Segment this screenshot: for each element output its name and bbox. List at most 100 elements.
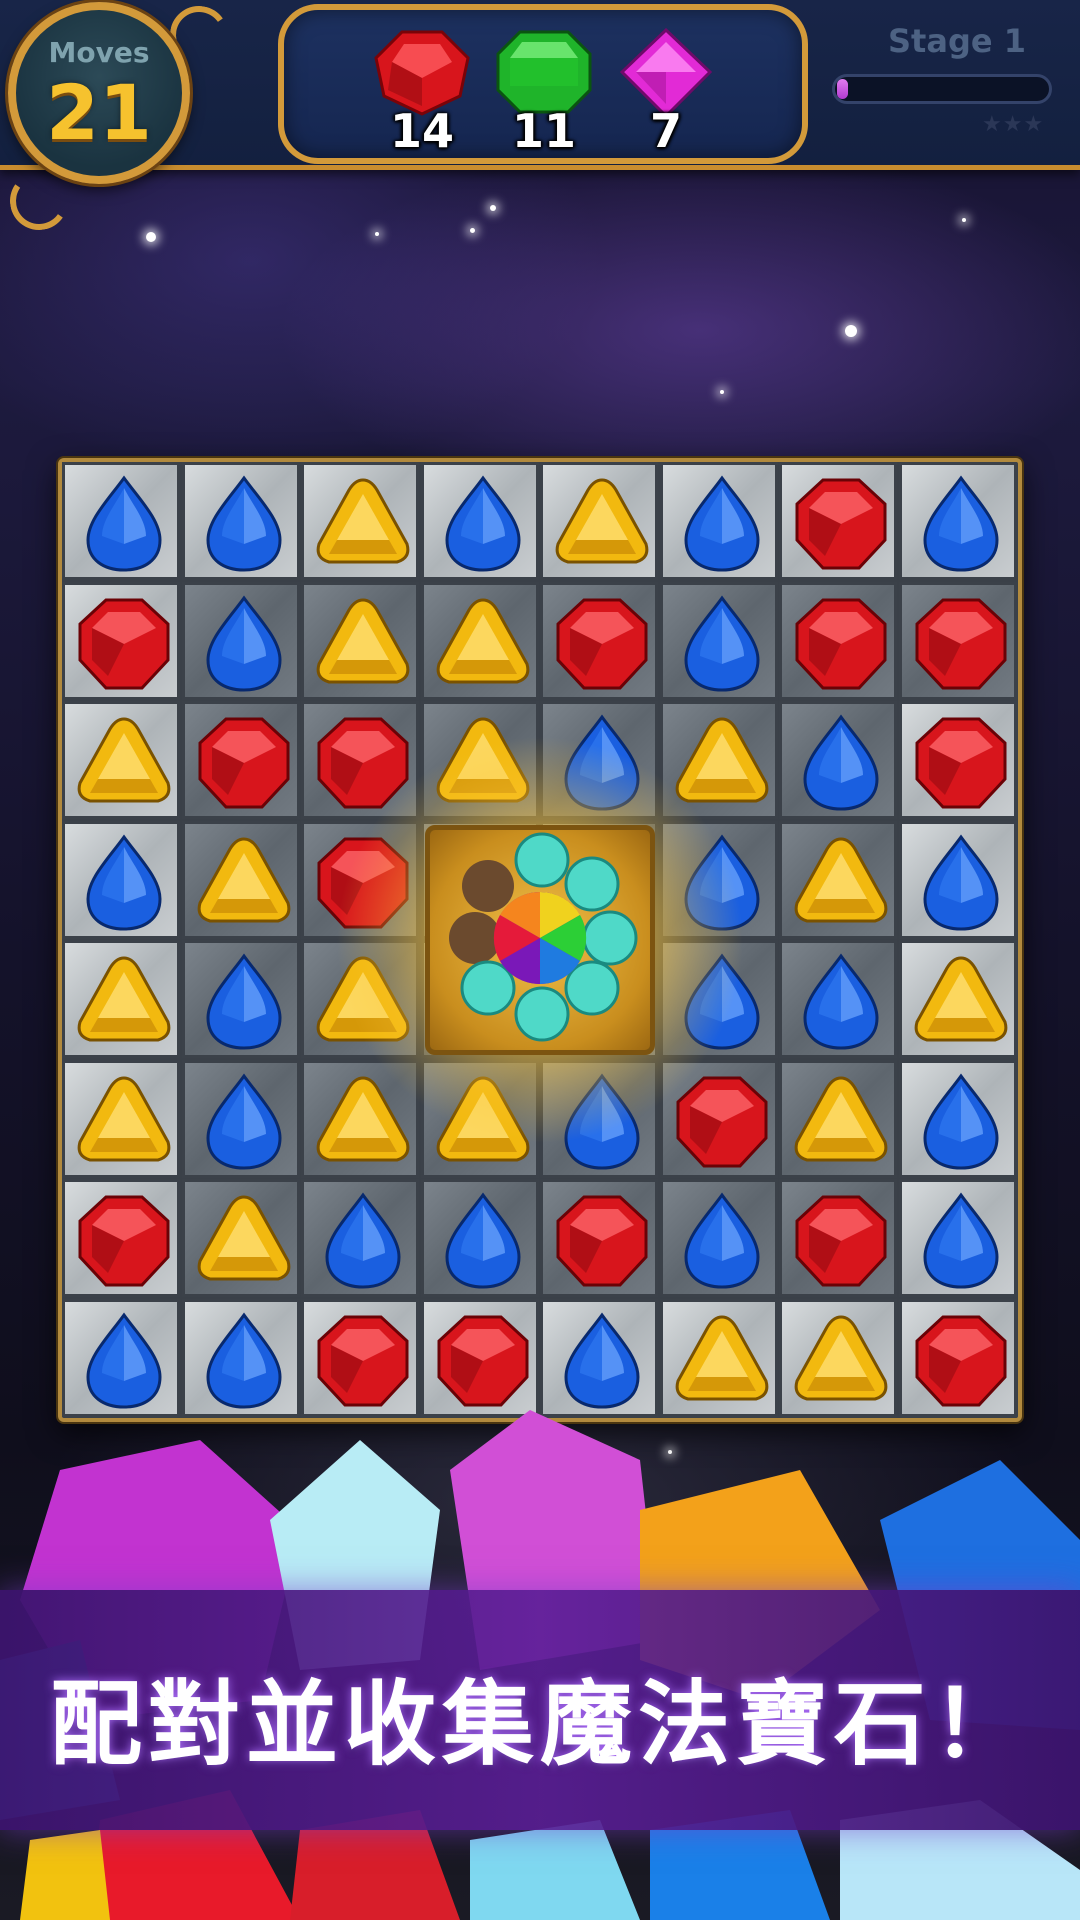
board-cell[interactable] <box>540 1298 658 1417</box>
board-cell[interactable] <box>62 581 180 700</box>
score-progress-fill <box>837 79 848 99</box>
star-rating: ★★★ <box>982 112 1044 137</box>
blue-gem-icon <box>325 1192 401 1289</box>
promo-banner: 配對並收集魔法寶石！ <box>0 1590 1080 1830</box>
board-cell[interactable] <box>779 581 897 700</box>
blue-gem-icon <box>205 594 282 692</box>
board-cell[interactable] <box>779 1179 897 1297</box>
red-gem-icon <box>78 598 170 689</box>
blue-gem-icon <box>205 953 282 1050</box>
board-cell[interactable] <box>898 1298 1017 1417</box>
board-cell[interactable] <box>181 820 300 939</box>
star-sparkle <box>470 228 475 233</box>
board-cell[interactable] <box>181 581 300 700</box>
star-sparkle <box>146 232 156 242</box>
board-cell[interactable] <box>898 581 1017 700</box>
yellow-gem-icon <box>316 478 410 564</box>
red-gem-icon <box>317 1315 409 1406</box>
red-gem-icon <box>795 1195 887 1287</box>
blue-gem-icon <box>683 1192 760 1289</box>
board-cell[interactable] <box>540 462 658 580</box>
board-cell[interactable] <box>779 1059 897 1178</box>
board-cell[interactable] <box>659 581 778 700</box>
star-icon: ★ <box>1002 112 1024 137</box>
board-cell[interactable] <box>420 581 539 700</box>
goal-red: 14 <box>362 28 482 158</box>
blue-gem-icon <box>803 953 879 1050</box>
yellow-gem-icon <box>675 1314 768 1400</box>
blue-gem-icon <box>922 475 999 572</box>
blue-gem-icon <box>922 833 999 931</box>
yellow-gem-icon <box>197 836 290 922</box>
board-cell[interactable] <box>181 940 300 1058</box>
board-cell[interactable] <box>181 1059 300 1178</box>
goal-green-count: 11 <box>511 104 576 158</box>
board-cell[interactable] <box>62 1179 180 1297</box>
banner-text: 配對並收集魔法寶石！ <box>49 1670 1030 1778</box>
red-gem-icon <box>437 1315 528 1406</box>
red-gem-icon <box>915 1315 1006 1406</box>
board-cell[interactable] <box>779 462 897 580</box>
board-cell[interactable] <box>898 701 1017 819</box>
yellow-gem-icon <box>316 597 410 683</box>
board-cell[interactable] <box>898 462 1017 580</box>
yellow-gem-icon <box>914 956 1007 1042</box>
red-gem-icon <box>78 1195 170 1287</box>
yellow-gem-icon <box>794 1314 888 1400</box>
goal-red-count: 14 <box>389 104 454 158</box>
red-gem-icon <box>556 1195 648 1287</box>
board-cell[interactable] <box>62 701 180 819</box>
top-hud: Moves 21 14 11 7 Stage 1 ★★★ <box>0 0 1080 235</box>
yellow-gem-icon <box>794 1075 888 1161</box>
board-cell[interactable] <box>779 940 897 1058</box>
star-sparkle <box>962 218 966 222</box>
board-cell[interactable] <box>420 1298 539 1417</box>
star-sparkle <box>490 205 496 211</box>
red-gem-icon <box>915 598 1006 689</box>
board-cell[interactable] <box>659 462 778 580</box>
board-cell[interactable] <box>898 820 1017 939</box>
yellow-gem-icon <box>197 1195 290 1281</box>
blue-gem-icon <box>922 1072 999 1170</box>
board-cell[interactable] <box>62 1298 180 1417</box>
board-cell[interactable] <box>420 462 539 580</box>
goal-green: 11 <box>484 28 604 158</box>
board-cell[interactable] <box>779 701 897 819</box>
blue-gem-icon <box>86 1311 162 1409</box>
board-cell[interactable] <box>62 462 180 580</box>
board-cell[interactable] <box>898 940 1017 1058</box>
board-cell[interactable] <box>540 1179 658 1297</box>
blue-gem-icon <box>803 714 879 811</box>
moves-label: Moves <box>48 36 150 69</box>
star-sparkle <box>720 390 724 394</box>
blue-gem-icon <box>86 475 162 572</box>
board-cell[interactable] <box>779 820 897 939</box>
board-cell[interactable] <box>301 581 419 700</box>
board-cell[interactable] <box>62 940 180 1058</box>
yellow-gem-icon <box>555 478 649 564</box>
board-cell[interactable] <box>181 462 300 580</box>
board-cell[interactable] <box>62 820 180 939</box>
board-cell[interactable] <box>898 1059 1017 1178</box>
board-cell[interactable] <box>659 1298 778 1417</box>
blue-gem-icon <box>683 594 760 692</box>
board-cell[interactable] <box>62 1059 180 1178</box>
blue-gem-icon <box>86 833 162 931</box>
board-cell[interactable] <box>301 462 419 580</box>
board-cell[interactable] <box>301 1179 419 1297</box>
board-cell[interactable] <box>181 1298 300 1417</box>
board-cell[interactable] <box>779 1298 897 1417</box>
blue-gem-icon <box>205 1311 282 1409</box>
rainbow-gem-cluster[interactable] <box>335 735 745 1145</box>
blue-gem-icon <box>564 1311 640 1409</box>
board-cell[interactable] <box>540 581 658 700</box>
board-cell[interactable] <box>898 1179 1017 1297</box>
board-cell[interactable] <box>420 1179 539 1297</box>
board-cell[interactable] <box>659 1179 778 1297</box>
yellow-gem-icon <box>77 1075 171 1161</box>
blue-gem-icon <box>444 475 521 572</box>
board-cell[interactable] <box>181 701 300 819</box>
board-cell[interactable] <box>181 1179 300 1297</box>
board-cell[interactable] <box>301 1298 419 1417</box>
stage-label: Stage 1 <box>888 22 1026 60</box>
